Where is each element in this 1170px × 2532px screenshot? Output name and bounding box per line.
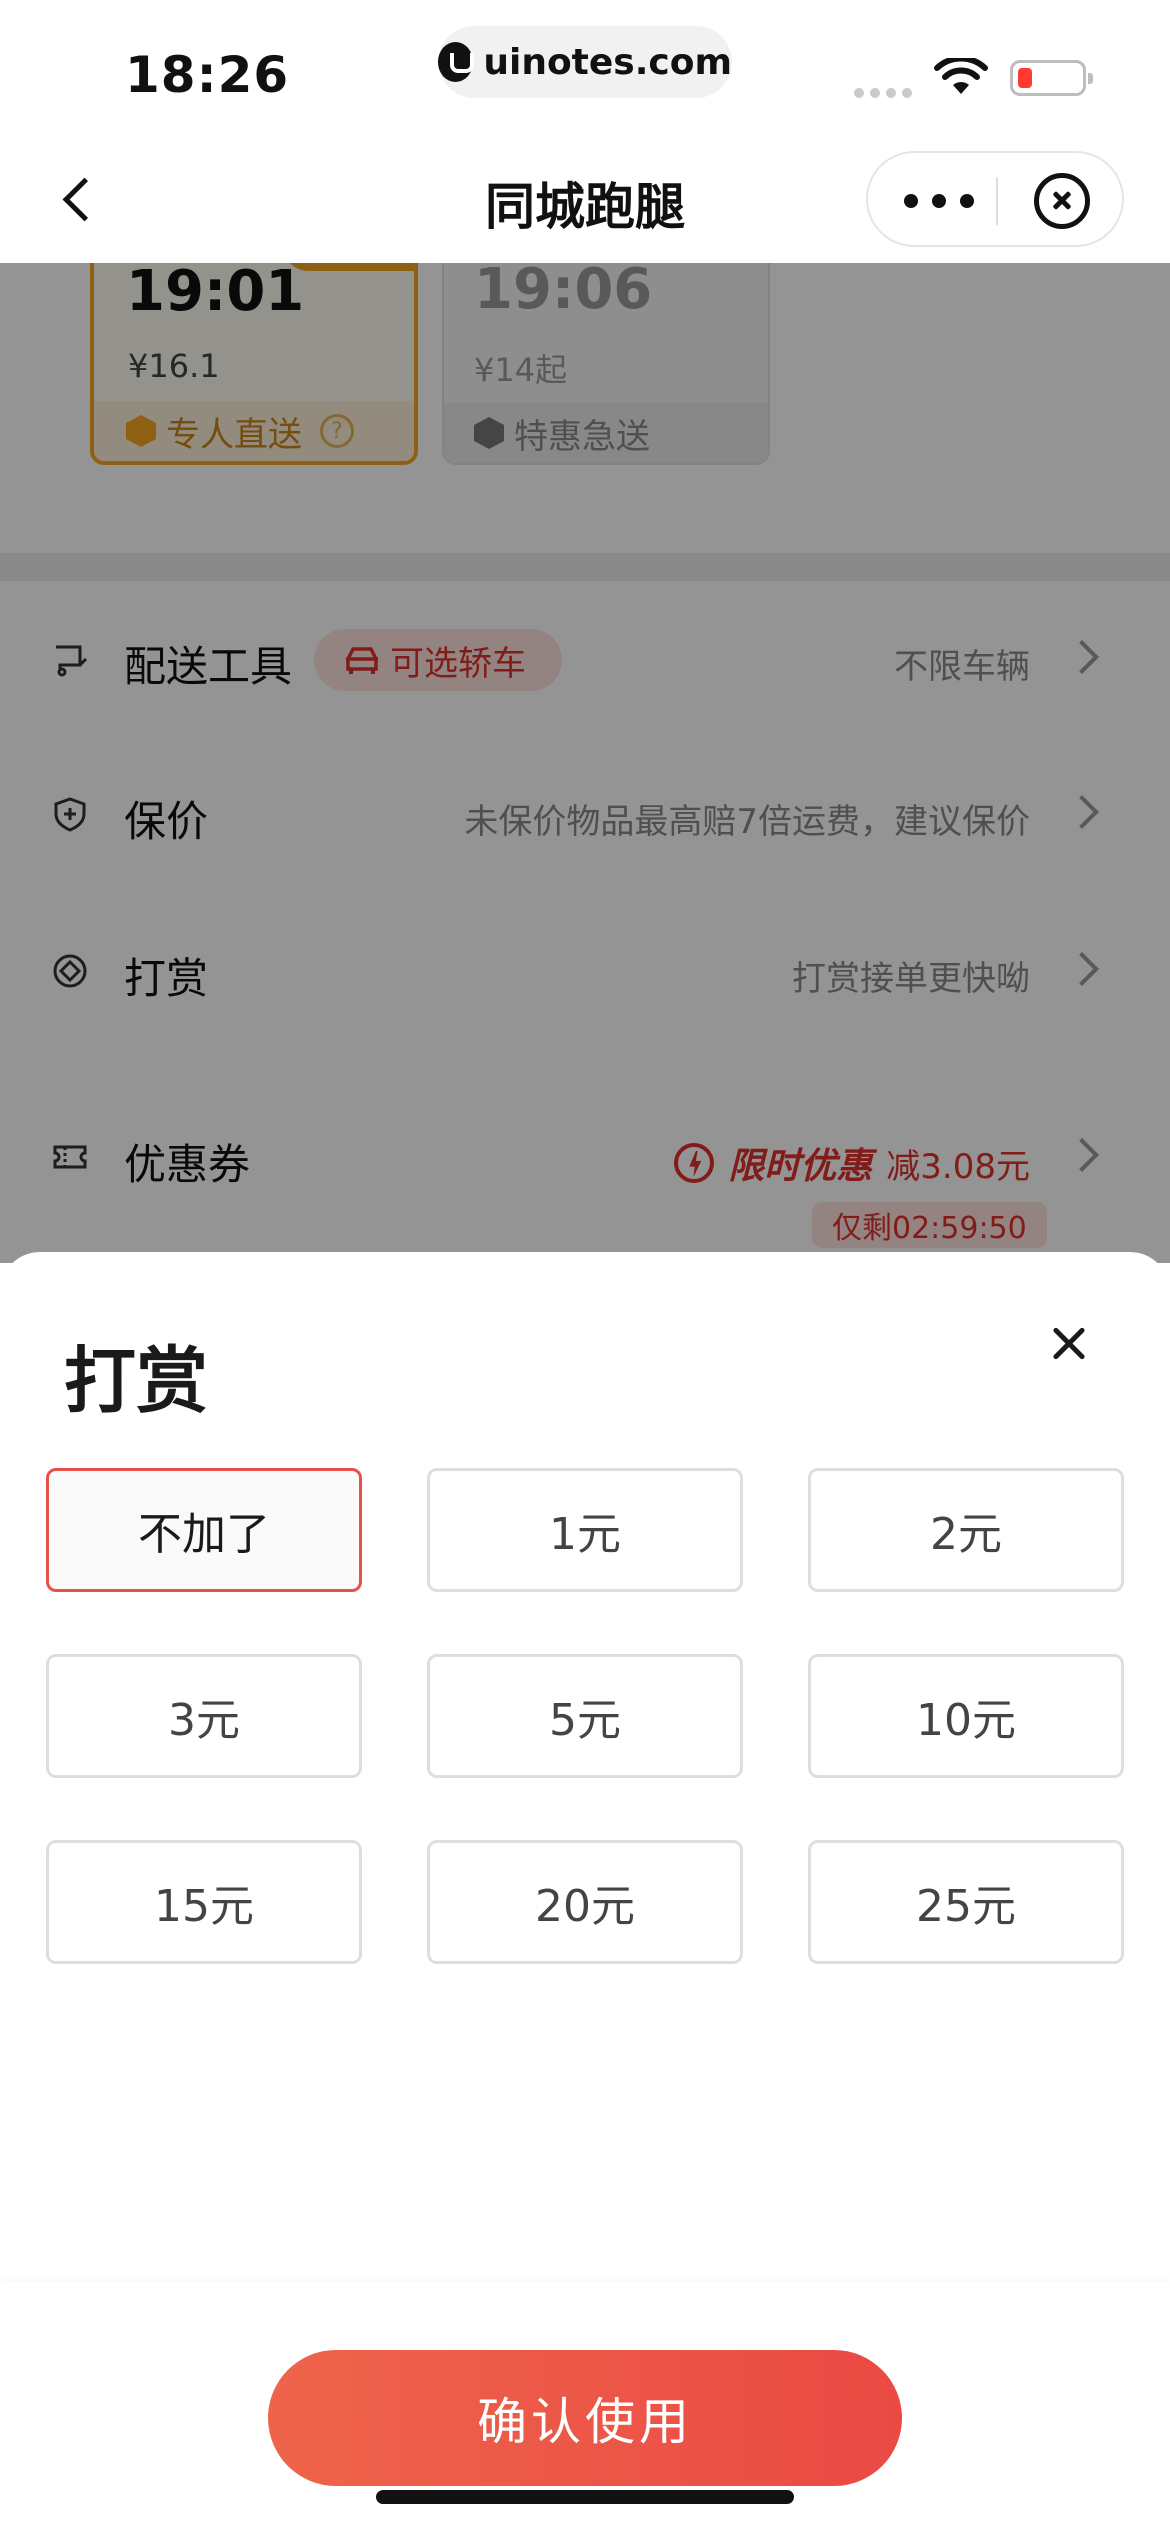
tip-option-2[interactable]: 2元 [808,1468,1124,1592]
tip-option-15[interactable]: 15元 [46,1840,362,1964]
wifi-icon [934,58,988,94]
close-icon[interactable] [1036,1312,1100,1376]
tip-option-none[interactable]: 不加了 [46,1468,362,1592]
more-icon[interactable] [904,187,974,215]
site-logo-icon [438,42,475,82]
url-text: uinotes.com [483,41,732,83]
close-mini-program-icon[interactable] [1034,173,1090,229]
modal-backdrop[interactable] [0,263,1170,1263]
sheet-title: 打赏 [64,1339,209,1423]
tip-option-10[interactable]: 10元 [808,1654,1124,1778]
home-indicator[interactable] [376,2490,794,2504]
tip-sheet: 打赏 不加了 1元 2元 3元 5元 10元 15元 20元 25元 确认使用 [0,1252,1170,2532]
nav-bar: 同城跑腿 [0,135,1170,263]
cellular-signal-icon [854,88,912,98]
mini-program-capsule [866,151,1124,247]
status-bar: 18:26 uinotes.com [0,0,1170,135]
tip-option-1[interactable]: 1元 [427,1468,743,1592]
battery-icon [1010,60,1093,96]
url-pill[interactable]: uinotes.com [438,26,732,98]
tip-options-grid: 不加了 1元 2元 3元 5元 10元 15元 20元 25元 [46,1468,1124,1964]
tip-option-20[interactable]: 20元 [427,1840,743,1964]
capsule-divider [996,177,998,225]
tip-option-25[interactable]: 25元 [808,1840,1124,1964]
confirm-button[interactable]: 确认使用 [268,2350,902,2486]
tip-option-5[interactable]: 5元 [427,1654,743,1778]
tip-option-3[interactable]: 3元 [46,1654,362,1778]
status-time: 18:26 [125,46,290,104]
